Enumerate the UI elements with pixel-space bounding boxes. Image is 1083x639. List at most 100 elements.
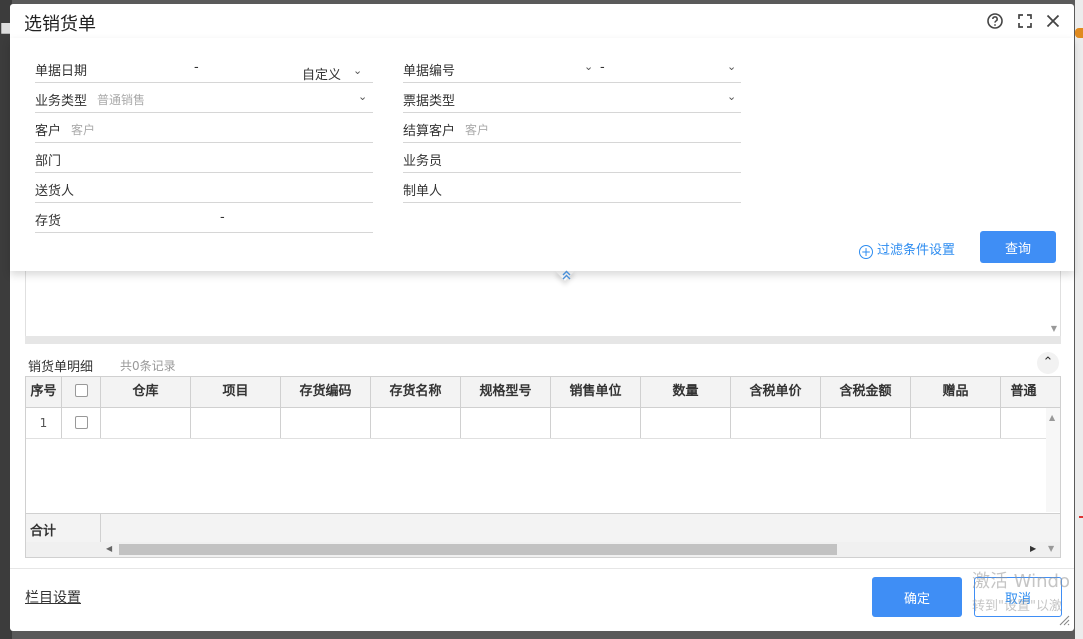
scroll-down-icon[interactable]: ▼: [1051, 324, 1057, 333]
background-mark: [1079, 516, 1083, 518]
doc-number-field[interactable]: 单据编号 ⌄ - ⌄: [403, 52, 741, 83]
row-cell-unit-price[interactable]: [731, 408, 821, 438]
total-label: 合计: [30, 524, 57, 539]
detail-grid: 序号 仓库 项目 存货编码 存货名称 规格型号 销售单位 数量 含税单价 含税金…: [25, 376, 1061, 558]
select-all-checkbox[interactable]: [74, 384, 88, 397]
row-cell-gift[interactable]: [911, 408, 1001, 438]
grid-header: 序号 仓库 项目 存货编码 存货名称 规格型号 销售单位 数量 含税单价 含税金…: [26, 377, 1060, 408]
row-cell-warehouse[interactable]: [101, 408, 191, 438]
row-cell-amount[interactable]: [821, 408, 911, 438]
maximize-icon[interactable]: [1016, 12, 1034, 30]
column-header-inventory-name[interactable]: 存货名称: [371, 377, 461, 407]
customer-label: 客户: [35, 124, 62, 139]
cancel-button[interactable]: 取消: [974, 577, 1062, 617]
creator-label: 制单人: [403, 184, 443, 199]
row-cell-inventory-name[interactable]: [371, 408, 461, 438]
column-header-warehouse[interactable]: 仓库: [101, 377, 191, 407]
column-header-index[interactable]: 序号: [26, 377, 62, 407]
plus-circle-icon: +: [859, 245, 873, 259]
table-row[interactable]: 1: [26, 408, 1060, 439]
date-mode-select[interactable]: 自定义: [302, 64, 341, 83]
row-cell-sales-unit[interactable]: [551, 408, 641, 438]
detail-title: 销货单明细: [28, 360, 94, 375]
scroll-thumb[interactable]: [119, 544, 837, 555]
grid-vertical-scrollbar[interactable]: ▲: [1046, 408, 1060, 512]
doc-date-separator: -: [194, 60, 199, 75]
row-cell-project[interactable]: [191, 408, 281, 438]
business-type-value: 普通销售: [97, 93, 146, 107]
grid-horizontal-scrollbar[interactable]: ◀ ▶ ▼: [26, 542, 1060, 557]
column-header-inventory-code[interactable]: 存货编码: [281, 377, 371, 407]
chevron-up-icon[interactable]: ⌃: [1037, 352, 1059, 374]
column-header-spec[interactable]: 规格型号: [461, 377, 551, 407]
chevron-down-icon[interactable]: ⌄: [358, 90, 367, 103]
doc-date-field[interactable]: 单据日期 - 自定义 ⌄: [35, 52, 373, 83]
filter-settings-link[interactable]: + 过滤条件设置: [859, 239, 955, 259]
background-badge-icon: [1075, 28, 1083, 38]
inventory-label: 存货: [35, 214, 62, 229]
doc-number-label: 单据编号: [403, 64, 456, 79]
column-header-project[interactable]: 项目: [191, 377, 281, 407]
business-type-label: 业务类型: [35, 94, 88, 109]
inventory-separator: -: [220, 210, 225, 225]
row-index: 1: [26, 408, 62, 438]
scroll-left-icon[interactable]: ◀: [106, 544, 112, 553]
scroll-down-icon[interactable]: ▼: [1048, 544, 1054, 553]
invoice-type-label: 票据类型: [403, 94, 456, 109]
business-type-field[interactable]: 业务类型 普通销售 ⌄: [35, 82, 373, 113]
column-header-normal[interactable]: 普通: [1001, 377, 1046, 407]
settle-customer-field[interactable]: 结算客户 客户: [403, 112, 741, 143]
scroll-right-icon[interactable]: ▶: [1030, 544, 1036, 553]
delivery-person-field[interactable]: 送货人: [35, 172, 373, 203]
background-app-right: [1075, 0, 1083, 639]
grid-total-row: 合计: [26, 513, 1060, 542]
filter-panel: 单据日期 - 自定义 ⌄ 业务类型 普通销售 ⌄ 客户 客户 部门 送货人 存货…: [10, 38, 1074, 271]
doc-number-separator: -: [600, 60, 605, 75]
scroll-up-icon[interactable]: ▲: [1049, 413, 1055, 422]
footer-divider: [10, 568, 1074, 569]
delivery-person-label: 送货人: [35, 184, 75, 199]
customer-input[interactable]: 客户: [71, 121, 95, 138]
row-cell-spec[interactable]: [461, 408, 551, 438]
column-header-unit-price[interactable]: 含税单价: [731, 377, 821, 407]
help-icon[interactable]: [986, 12, 1004, 30]
creator-field[interactable]: 制单人: [403, 172, 741, 203]
salesperson-label: 业务员: [403, 154, 443, 169]
collapse-filter-icon[interactable]: [561, 269, 572, 280]
select-sales-order-dialog: 选销货单 ▼ 单据日期 - 自定义 ⌄ 业务类型 普通销售 ⌄ 客户 客户 部门…: [10, 4, 1074, 631]
settle-customer-label: 结算客户: [403, 124, 456, 139]
salesperson-field[interactable]: 业务员: [403, 142, 741, 173]
inventory-field[interactable]: 存货 -: [35, 202, 373, 233]
column-header-quantity[interactable]: 数量: [641, 377, 731, 407]
row-cell-inventory-code[interactable]: [281, 408, 371, 438]
department-label: 部门: [35, 154, 62, 169]
column-header-gift[interactable]: 赠品: [911, 377, 1001, 407]
results-footer-bar: [25, 336, 1061, 344]
row-cell-quantity[interactable]: [641, 408, 731, 438]
row-checkbox[interactable]: [74, 416, 88, 429]
query-button[interactable]: 查询: [980, 231, 1056, 263]
chevron-down-icon[interactable]: ⌄: [584, 60, 593, 73]
row-select[interactable]: [62, 408, 101, 438]
invoice-type-field[interactable]: 票据类型 ⌄: [403, 82, 741, 113]
dialog-title-bar: 选销货单: [10, 4, 1074, 38]
column-header-select[interactable]: [62, 377, 101, 407]
close-icon[interactable]: [1044, 12, 1062, 30]
total-separator: [100, 514, 101, 542]
column-header-amount[interactable]: 含税金额: [821, 377, 911, 407]
doc-date-label: 单据日期: [35, 64, 88, 79]
dialog-title: 选销货单: [24, 14, 96, 35]
settle-customer-input[interactable]: 客户: [465, 121, 489, 138]
column-header-sales-unit[interactable]: 销售单位: [551, 377, 641, 407]
detail-record-count: 共0条记录: [120, 359, 176, 373]
chevron-down-icon[interactable]: ⌄: [727, 90, 736, 103]
row-cell-normal[interactable]: [1001, 408, 1046, 438]
customer-field[interactable]: 客户 客户: [35, 112, 373, 143]
chevron-down-icon[interactable]: ⌄: [353, 64, 362, 77]
department-field[interactable]: 部门: [35, 142, 373, 173]
column-settings-link[interactable]: 栏目设置: [25, 587, 81, 607]
chevron-down-icon[interactable]: ⌄: [727, 60, 736, 73]
ok-button[interactable]: 确定: [872, 577, 962, 617]
filter-settings-label: 过滤条件设置: [877, 243, 956, 258]
resize-handle-icon[interactable]: [1058, 614, 1070, 626]
